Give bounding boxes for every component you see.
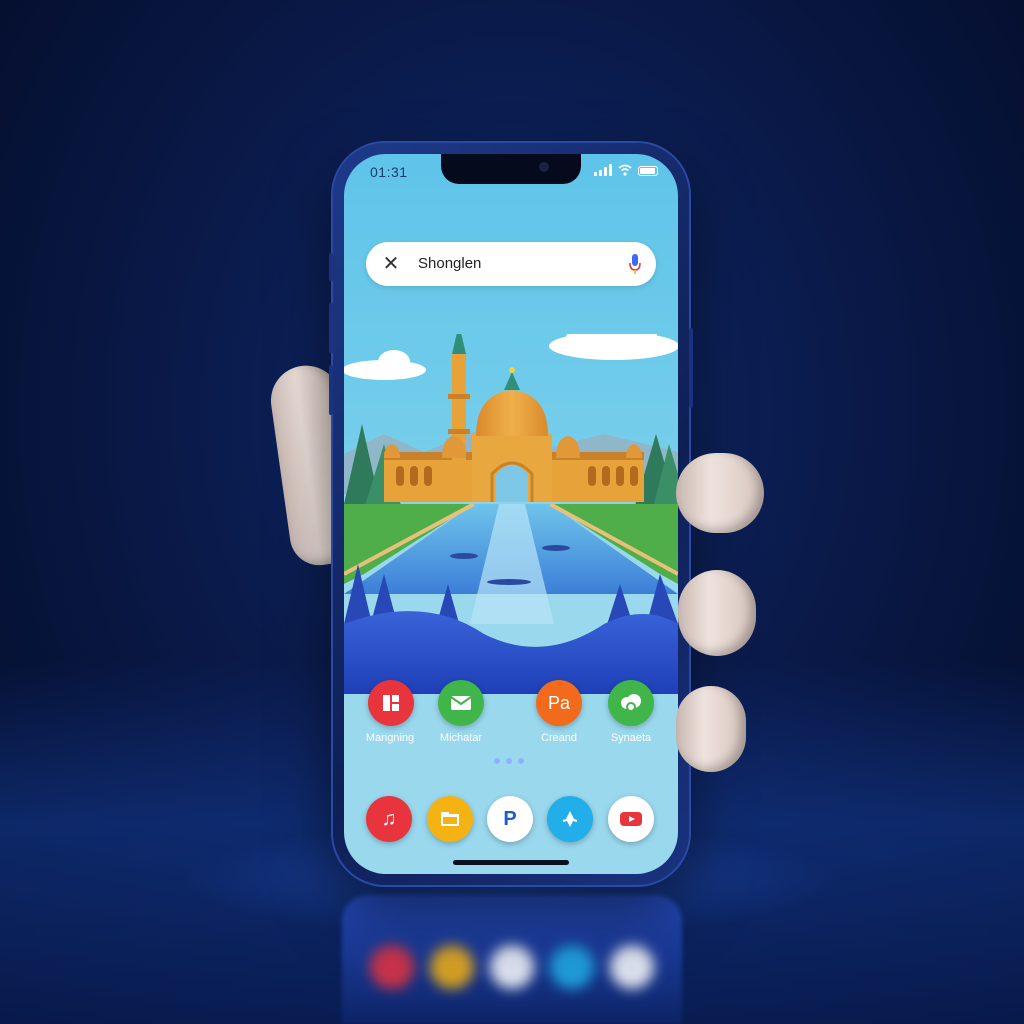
dock-app[interactable] — [547, 796, 593, 842]
side-button[interactable] — [329, 253, 333, 281]
dock-app[interactable] — [427, 796, 473, 842]
search-input[interactable]: Shonglen — [418, 255, 481, 272]
dock-app[interactable]: ♫ — [366, 796, 412, 842]
flower-app-icon — [562, 811, 578, 827]
reflection-dot — [550, 945, 594, 989]
close-icon[interactable]: ✕ — [380, 253, 402, 275]
volume-up-button[interactable] — [329, 303, 333, 353]
reflection-dot — [370, 945, 414, 989]
p-app-icon: P — [503, 807, 517, 830]
cloud-app-icon — [621, 694, 641, 712]
page-dot — [518, 758, 524, 764]
page-dot — [494, 758, 500, 764]
video-play-icon — [620, 812, 642, 826]
camera-icon — [539, 162, 549, 172]
hand-finger — [678, 570, 756, 656]
phone-screen: 01:31 ✕ Shonglen Pa Mangning Michatar Cr… — [344, 154, 678, 874]
dock-app[interactable]: P — [487, 796, 533, 842]
reflection-dot — [610, 945, 654, 989]
search-bar[interactable]: ✕ Shonglen — [366, 242, 656, 286]
status-icons — [594, 164, 658, 176]
notch — [441, 154, 581, 184]
reflection-dot — [430, 945, 474, 989]
mic-icon[interactable] — [628, 252, 642, 276]
power-button[interactable] — [689, 328, 693, 408]
app-icon[interactable] — [368, 680, 414, 726]
music-icon: ♫ — [381, 807, 397, 830]
dock-app[interactable] — [608, 796, 654, 842]
phone-device: 01:31 ✕ Shonglen Pa Mangning Michatar Cr… — [329, 143, 693, 885]
app-icon[interactable] — [438, 680, 484, 726]
app-label: Creand — [540, 732, 578, 744]
phone-reflection — [342, 895, 682, 1024]
grid-icon — [368, 680, 414, 726]
app-icon[interactable] — [608, 680, 654, 726]
pa-icon: Pa — [547, 692, 571, 713]
status-time: 01:31 — [370, 164, 408, 180]
reflection-dot — [490, 945, 534, 989]
app-label: Mangning — [365, 732, 415, 744]
app-label: Michatar — [439, 732, 483, 744]
hand-finger — [676, 453, 764, 533]
battery-icon — [638, 166, 658, 176]
volume-down-button[interactable] — [329, 365, 333, 415]
page-dot — [506, 758, 512, 764]
wallpaper-illustration — [344, 334, 678, 694]
signal-icon — [594, 164, 612, 176]
wifi-icon — [618, 164, 632, 176]
app-label: Synaeta — [610, 732, 652, 744]
page-indicator[interactable] — [494, 758, 524, 764]
hand-finger — [676, 686, 746, 772]
app-icon[interactable]: Pa — [536, 680, 582, 726]
mail-icon — [438, 680, 484, 726]
home-indicator[interactable] — [453, 860, 569, 865]
folder-icon — [441, 812, 459, 826]
